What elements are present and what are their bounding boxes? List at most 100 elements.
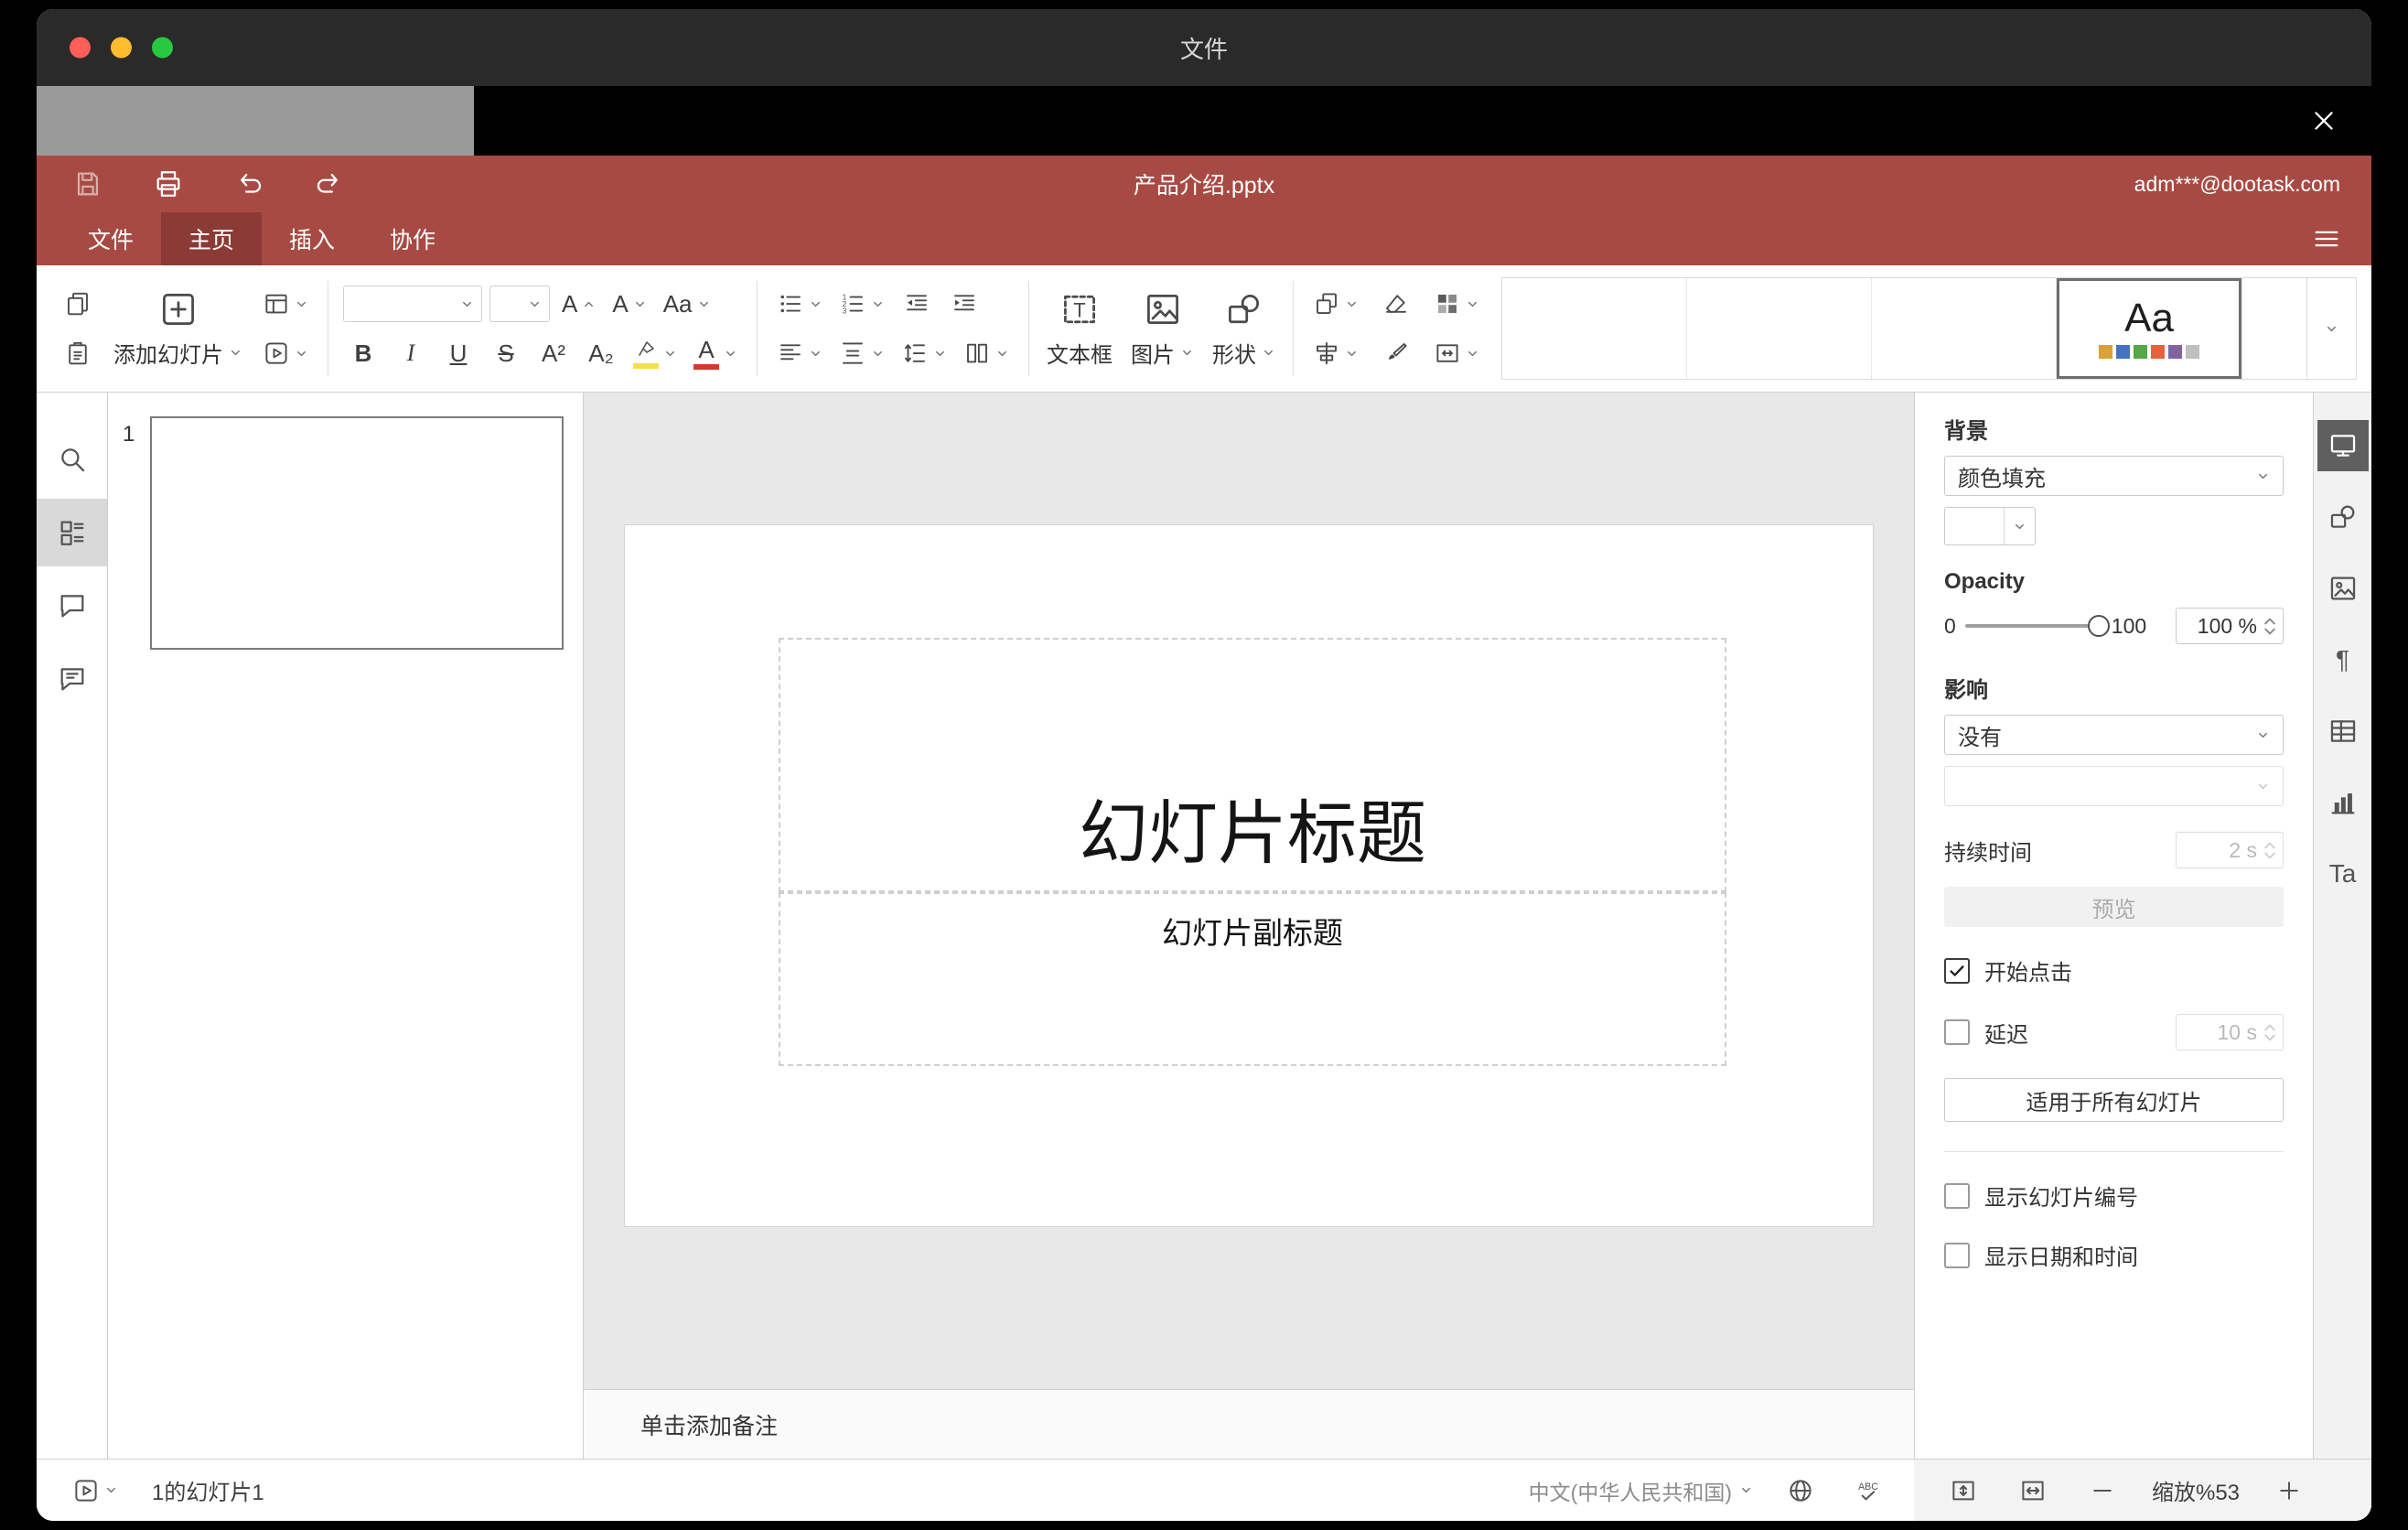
opacity-value-spinner[interactable]: 100 %	[2176, 608, 2284, 644]
theme-option[interactable]	[2242, 278, 2306, 379]
comments-button[interactable]	[37, 572, 107, 640]
save-button[interactable]	[68, 164, 108, 204]
slide-size-button[interactable]	[1429, 333, 1484, 373]
shape-settings-tab[interactable]	[2317, 491, 2369, 543]
font-name-combo[interactable]	[343, 286, 482, 322]
zoom-in-button[interactable]	[2269, 1471, 2309, 1511]
duration-spinner[interactable]: 2 s	[2176, 832, 2284, 868]
slides-panel-button[interactable]	[37, 499, 107, 566]
close-editor-button[interactable]	[2304, 101, 2344, 141]
toolbar-group-style	[1370, 284, 1423, 373]
chart-settings-tab[interactable]	[2317, 777, 2369, 828]
language-select[interactable]: 中文(中华人民共和国)	[1529, 1475, 1753, 1506]
minimize-window-button[interactable]	[111, 37, 132, 59]
effect-select[interactable]: 没有	[1944, 715, 2284, 755]
copy-style-button[interactable]	[1376, 333, 1416, 373]
clear-style-button[interactable]	[1376, 284, 1416, 324]
set-language-button[interactable]	[1780, 1471, 1821, 1511]
add-slide-button[interactable]: 添加幻灯片	[104, 275, 252, 382]
fill-color-select[interactable]	[1944, 507, 2036, 545]
preview-button[interactable]: 预览	[1944, 887, 2284, 927]
apply-to-all-slides-button[interactable]: 适用于所有幻灯片	[1944, 1078, 2284, 1122]
increase-indent-button[interactable]	[944, 284, 984, 324]
show-slide-number-label: 显示幻灯片编号	[1984, 1186, 2138, 1211]
horizontal-align-button[interactable]	[772, 333, 827, 373]
opacity-slider-knob[interactable]	[2087, 615, 2110, 637]
line-spacing-button[interactable]	[897, 333, 951, 373]
slide-settings-tab[interactable]	[2317, 420, 2369, 471]
window-title: 文件	[1179, 35, 1228, 63]
font-size-combo[interactable]	[489, 286, 550, 322]
insert-textbox-button[interactable]: T 文本框	[1037, 275, 1122, 382]
underline-button[interactable]: U	[438, 333, 478, 373]
show-slide-number-checkbox[interactable]	[1944, 1182, 1970, 1209]
theme-option[interactable]	[1687, 278, 1873, 379]
increase-font-button[interactable]: A	[557, 284, 600, 324]
theme-option-selected[interactable]: Aa	[2057, 278, 2242, 379]
title-placeholder[interactable]: 幻灯片标题	[779, 638, 1726, 892]
tab-collaboration[interactable]: 协作	[362, 212, 463, 265]
chevron-down-icon	[1468, 301, 1477, 307]
paste-button[interactable]	[58, 333, 98, 373]
insert-shape-button[interactable]: 形状	[1203, 275, 1285, 382]
subscript-button[interactable]: A₂	[581, 333, 621, 373]
fit-to-slide-button[interactable]	[1943, 1471, 1983, 1511]
decrease-indent-button[interactable]	[897, 284, 937, 324]
zoom-out-button[interactable]	[2082, 1471, 2123, 1511]
theme-option[interactable]	[1502, 278, 1688, 379]
theme-option[interactable]	[1872, 278, 2058, 379]
fit-to-width-button[interactable]	[2013, 1471, 2053, 1511]
textbox-icon: T	[1064, 295, 1095, 323]
copy-button[interactable]	[58, 284, 98, 324]
bold-button[interactable]: B	[343, 333, 383, 373]
font-color-button[interactable]: A	[689, 333, 742, 373]
zoom-window-button[interactable]	[152, 37, 173, 59]
tab-file[interactable]: 文件	[60, 212, 161, 265]
superscript-button[interactable]: A²	[533, 333, 574, 373]
delay-checkbox[interactable]	[1944, 1019, 1970, 1045]
view-settings-button[interactable]	[2306, 218, 2348, 260]
slide-thumbnail[interactable]	[150, 416, 564, 650]
start-on-click-checkbox[interactable]	[1944, 957, 1970, 984]
duration-row: 持续时间 2 s	[1944, 832, 2284, 868]
notes-area[interactable]: 单击添加备注	[584, 1389, 1914, 1459]
paragraph-settings-tab[interactable]: ¶	[2317, 634, 2369, 685]
table-settings-tab[interactable]	[2317, 706, 2369, 757]
image-settings-tab[interactable]	[2317, 563, 2369, 614]
start-slideshow-button[interactable]	[258, 333, 313, 373]
print-button[interactable]	[148, 164, 188, 204]
numbering-button[interactable]: 123	[834, 284, 889, 324]
fill-type-select[interactable]: 颜色填充	[1944, 456, 2284, 496]
chat-button[interactable]	[37, 645, 107, 713]
arrange-shape-button[interactable]	[1308, 284, 1363, 324]
subtitle-placeholder[interactable]: 幻灯片副标题	[779, 892, 1726, 1066]
bullets-button[interactable]	[772, 284, 827, 324]
undo-button[interactable]	[229, 164, 269, 204]
theme-gallery-expand-button[interactable]	[2307, 277, 2357, 380]
delay-spinner[interactable]: 10 s	[2176, 1014, 2284, 1051]
fit-width-icon	[2022, 1481, 2044, 1500]
tab-insert[interactable]: 插入	[262, 212, 362, 265]
show-date-time-checkbox[interactable]	[1944, 1242, 1970, 1268]
change-layout-button[interactable]	[258, 284, 313, 324]
search-button[interactable]	[37, 426, 107, 493]
close-window-button[interactable]	[70, 37, 91, 59]
columns-button[interactable]	[959, 333, 1014, 373]
textart-settings-tab[interactable]: Ta	[2317, 848, 2369, 900]
start-slideshow-status-button[interactable]	[68, 1471, 123, 1511]
redo-button[interactable]	[309, 164, 349, 204]
vertical-align-button[interactable]	[834, 333, 889, 373]
strikethrough-button[interactable]: S	[486, 333, 526, 373]
change-case-button[interactable]: Aa	[659, 284, 715, 324]
italic-button[interactable]: I	[391, 333, 431, 373]
slide-counter: 1的幻灯片1	[152, 1481, 264, 1505]
align-shape-button[interactable]	[1308, 333, 1363, 373]
slide-editor[interactable]: 幻灯片标题 幻灯片副标题	[624, 524, 1874, 1227]
tab-home[interactable]: 主页	[161, 212, 263, 265]
spellcheck-button[interactable]: ABC	[1848, 1471, 1888, 1511]
color-scheme-button[interactable]	[1429, 284, 1484, 324]
highlight-color-button[interactable]	[629, 333, 682, 373]
insert-image-button[interactable]: 图片	[1122, 275, 1203, 382]
effect-type-select[interactable]	[1944, 766, 2284, 806]
decrease-font-button[interactable]: A	[607, 284, 650, 324]
